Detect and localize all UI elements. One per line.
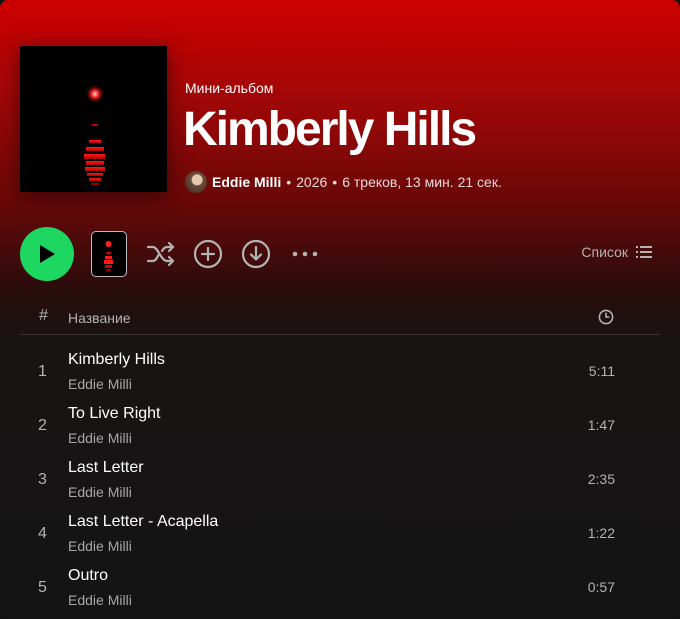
tracklist-header: # Название: [20, 304, 660, 335]
album-page: Мини-альбом Kimberly Hills Eddie Milli •…: [0, 0, 680, 619]
track-number: 3: [38, 471, 47, 488]
track-artist[interactable]: Eddie Milli: [68, 538, 132, 554]
track-number: 5: [38, 579, 47, 596]
shuffle-icon: [146, 241, 175, 267]
play-icon: [40, 245, 55, 263]
album-title: Kimberly Hills: [183, 103, 477, 156]
track-title[interactable]: Last Letter - Acapella: [68, 513, 218, 531]
track-row[interactable]: 1 Kimberly Hills Eddie Milli 5:11: [20, 345, 660, 399]
track-duration: 5:11: [588, 363, 615, 379]
album-cover[interactable]: [20, 46, 167, 192]
track-number: 1: [38, 363, 47, 380]
clock-icon: [598, 309, 614, 325]
more-icon: [292, 251, 318, 257]
track-duration: 2:35: [587, 471, 615, 487]
album-type-label: Мини-альбом: [185, 80, 274, 96]
album-thumbnail[interactable]: [91, 231, 127, 277]
shuffle-button[interactable]: [145, 238, 177, 270]
view-mode-label: Список: [581, 244, 628, 260]
tracklist: 1 Kimberly Hills Eddie Milli 5:11 2 To L…: [20, 345, 660, 615]
track-title[interactable]: To Live Right: [68, 405, 161, 423]
artist-avatar[interactable]: [185, 171, 207, 193]
track-artist[interactable]: Eddie Milli: [68, 376, 132, 392]
view-mode-button[interactable]: Список: [581, 244, 652, 260]
track-row[interactable]: 2 To Live Right Eddie Milli 1:47: [20, 399, 660, 453]
column-number: #: [39, 307, 48, 324]
album-year: 2026: [296, 174, 328, 190]
track-artist[interactable]: Eddie Milli: [68, 430, 132, 446]
track-row[interactable]: 4 Last Letter - Acapella Eddie Milli 1:2…: [20, 507, 660, 561]
track-number: 4: [38, 525, 47, 542]
track-number: 2: [38, 417, 47, 434]
play-button[interactable]: [20, 227, 74, 281]
track-artist[interactable]: Eddie Milli: [68, 484, 132, 500]
track-title[interactable]: Outro: [68, 567, 108, 585]
track-row[interactable]: 3 Last Letter Eddie Milli 2:35: [20, 453, 660, 507]
track-title[interactable]: Last Letter: [68, 459, 144, 477]
column-title[interactable]: Название: [68, 310, 131, 326]
column-duration[interactable]: [598, 309, 614, 330]
album-meta: Eddie Milli • 2026 • 6 треков, 13 мин. 2…: [185, 171, 502, 193]
meta-separator: •: [286, 174, 292, 190]
album-cover-art: [20, 46, 167, 192]
track-duration: 0:57: [587, 579, 615, 595]
download-button[interactable]: [240, 238, 272, 270]
album-thumbnail-art: [104, 241, 113, 271]
add-circle-icon: [193, 239, 223, 269]
track-duration: 1:22: [587, 525, 615, 541]
track-row[interactable]: 5 Outro Eddie Milli 0:57: [20, 561, 660, 615]
add-to-library-button[interactable]: [192, 238, 224, 270]
action-bar: Список: [0, 226, 680, 282]
meta-separator: •: [332, 174, 338, 190]
album-summary: 6 треков, 13 мин. 21 сек.: [342, 174, 502, 190]
track-artist[interactable]: Eddie Milli: [68, 592, 132, 608]
more-options-button[interactable]: [289, 238, 321, 270]
download-icon: [241, 239, 271, 269]
artist-link[interactable]: Eddie Milli: [212, 174, 281, 190]
list-icon: [636, 246, 652, 258]
track-title[interactable]: Kimberly Hills: [68, 351, 165, 369]
track-duration: 1:47: [587, 417, 615, 433]
